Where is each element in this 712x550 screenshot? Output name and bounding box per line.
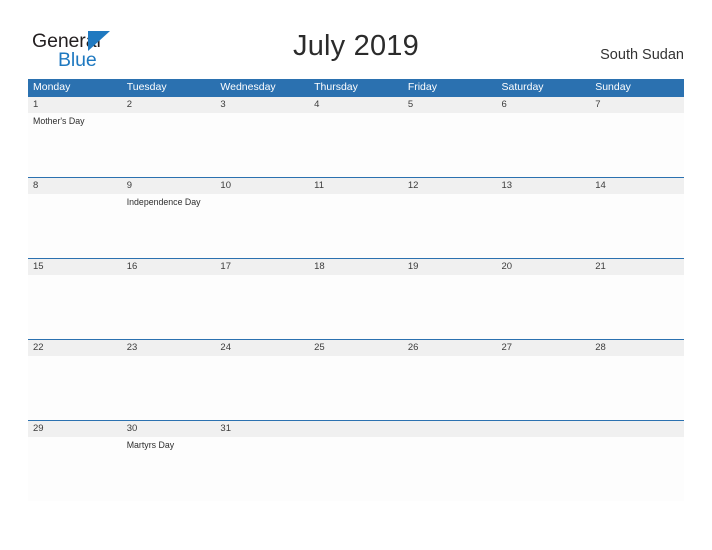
day-number[interactable]: 30 <box>122 421 216 437</box>
day-event[interactable] <box>590 113 684 177</box>
week-event-band: Mother's Day <box>28 113 684 177</box>
day-number[interactable]: 8 <box>28 178 122 194</box>
week-row: 29 30 31 Martyrs Day <box>28 420 684 501</box>
week-event-band <box>28 356 684 420</box>
weekday-header-tuesday: Tuesday <box>126 81 167 93</box>
day-number[interactable]: 11 <box>309 178 403 194</box>
day-event[interactable] <box>215 275 309 339</box>
weekday-header-friday: Friday <box>407 81 437 93</box>
day-event[interactable] <box>122 356 216 420</box>
day-event[interactable] <box>590 356 684 420</box>
day-event[interactable] <box>28 194 122 258</box>
day-number[interactable]: 2 <box>122 97 216 113</box>
day-event[interactable] <box>215 113 309 177</box>
week-date-band: 29 30 31 <box>28 421 684 437</box>
week-row: 22 23 24 25 26 27 28 <box>28 339 684 420</box>
calendar-grid: Monday Tuesday Wednesday Thursday Friday… <box>28 79 684 501</box>
weekday-header-monday: Monday <box>33 81 71 93</box>
day-event[interactable] <box>122 275 216 339</box>
day-number-empty <box>403 421 497 437</box>
day-event[interactable] <box>497 275 591 339</box>
day-number[interactable]: 12 <box>403 178 497 194</box>
weekday-header-row: Monday Tuesday Wednesday Thursday Friday… <box>28 79 684 96</box>
day-event <box>403 437 497 501</box>
day-event[interactable]: Mother's Day <box>28 113 122 177</box>
day-event[interactable] <box>497 113 591 177</box>
calendar-page: { "brand": { "name_part1": "General", "n… <box>0 0 712 550</box>
day-event[interactable] <box>309 275 403 339</box>
day-event[interactable] <box>309 113 403 177</box>
day-number[interactable]: 9 <box>122 178 216 194</box>
day-number-empty <box>590 421 684 437</box>
day-number[interactable]: 3 <box>215 97 309 113</box>
day-number[interactable]: 31 <box>215 421 309 437</box>
day-number[interactable]: 29 <box>28 421 122 437</box>
day-number[interactable]: 21 <box>590 259 684 275</box>
day-event <box>497 437 591 501</box>
week-row: 15 16 17 18 19 20 21 <box>28 258 684 339</box>
country-label: South Sudan <box>600 47 684 63</box>
day-number-empty <box>309 421 403 437</box>
day-event[interactable] <box>309 194 403 258</box>
day-number[interactable]: 16 <box>122 259 216 275</box>
page-header: General Blue July 2019 South Sudan <box>0 0 712 78</box>
day-event <box>309 437 403 501</box>
day-number-empty <box>497 421 591 437</box>
day-event[interactable] <box>403 113 497 177</box>
day-number[interactable]: 7 <box>590 97 684 113</box>
day-number[interactable]: 17 <box>215 259 309 275</box>
day-event[interactable] <box>28 437 122 501</box>
week-row: 8 9 10 11 12 13 14 Independence Day <box>28 177 684 258</box>
day-event[interactable]: Martyrs Day <box>122 437 216 501</box>
day-number[interactable]: 13 <box>497 178 591 194</box>
weekday-header-sunday: Sunday <box>595 81 631 93</box>
weekday-header-thursday: Thursday <box>314 81 358 93</box>
week-date-band: 1 2 3 4 5 6 7 <box>28 97 684 113</box>
day-event[interactable] <box>309 356 403 420</box>
day-event[interactable] <box>497 356 591 420</box>
day-number[interactable]: 27 <box>497 340 591 356</box>
day-event[interactable] <box>215 356 309 420</box>
day-event[interactable] <box>28 275 122 339</box>
day-number[interactable]: 24 <box>215 340 309 356</box>
day-number[interactable]: 19 <box>403 259 497 275</box>
day-number[interactable]: 25 <box>309 340 403 356</box>
week-event-band <box>28 275 684 339</box>
day-number[interactable]: 5 <box>403 97 497 113</box>
day-event[interactable] <box>590 275 684 339</box>
day-number[interactable]: 20 <box>497 259 591 275</box>
day-number[interactable]: 10 <box>215 178 309 194</box>
day-event[interactable] <box>403 275 497 339</box>
week-date-band: 15 16 17 18 19 20 21 <box>28 259 684 275</box>
week-event-band: Independence Day <box>28 194 684 258</box>
day-number[interactable]: 1 <box>28 97 122 113</box>
day-number[interactable]: 22 <box>28 340 122 356</box>
day-number[interactable]: 26 <box>403 340 497 356</box>
day-number[interactable]: 23 <box>122 340 216 356</box>
week-date-band: 22 23 24 25 26 27 28 <box>28 340 684 356</box>
day-number[interactable]: 18 <box>309 259 403 275</box>
day-event[interactable] <box>215 194 309 258</box>
day-event[interactable] <box>497 194 591 258</box>
day-number[interactable]: 14 <box>590 178 684 194</box>
weekday-header-wednesday: Wednesday <box>220 81 276 93</box>
day-number[interactable]: 4 <box>309 97 403 113</box>
week-event-band: Martyrs Day <box>28 437 684 501</box>
day-number[interactable]: 15 <box>28 259 122 275</box>
weekday-header-saturday: Saturday <box>501 81 544 93</box>
day-event <box>590 437 684 501</box>
day-event[interactable] <box>28 356 122 420</box>
day-event[interactable] <box>215 437 309 501</box>
day-number[interactable]: 28 <box>590 340 684 356</box>
week-date-band: 8 9 10 11 12 13 14 <box>28 178 684 194</box>
week-row: 1 2 3 4 5 6 7 Mother's Day <box>28 96 684 177</box>
day-event[interactable]: Independence Day <box>122 194 216 258</box>
day-number[interactable]: 6 <box>497 97 591 113</box>
day-event[interactable] <box>403 194 497 258</box>
day-event[interactable] <box>122 113 216 177</box>
day-event[interactable] <box>403 356 497 420</box>
day-event[interactable] <box>590 194 684 258</box>
